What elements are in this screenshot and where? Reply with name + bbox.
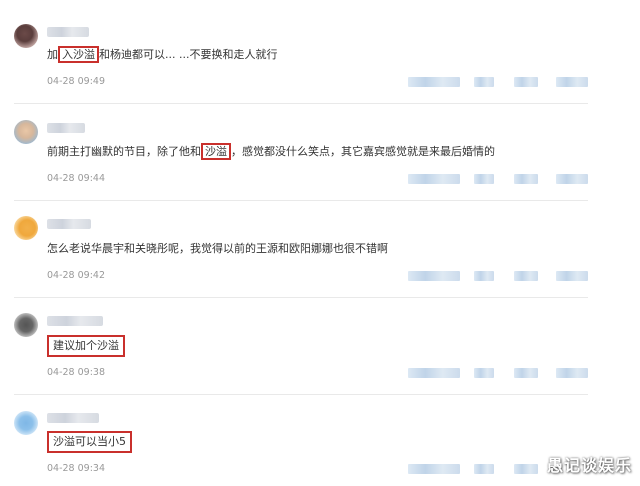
comment-actions-blurred[interactable] (0, 174, 640, 184)
divider (14, 297, 588, 298)
username-blurred[interactable] (47, 123, 85, 133)
comment-actions-blurred[interactable] (0, 368, 640, 378)
comment-text: 怎么老说华晨宇和关晓彤呢，我觉得以前的王源和欧阳娜娜也很不错啊 (47, 242, 388, 255)
avatar[interactable] (14, 411, 38, 435)
comment-actions-blurred[interactable] (0, 464, 640, 474)
comment-text: 加入沙溢 和杨迪都可以... ...不要换和走人就行 (47, 46, 278, 63)
highlight-box: 入沙溢 (58, 46, 99, 63)
comment-text: 前期主打幽默的节目，除了他和 沙溢 ，感觉都没什么笑点，其它嘉宾感觉就是来最后婚情的 (47, 143, 495, 160)
watermark: 愚记谈娱乐 (546, 456, 632, 475)
comment-actions-blurred[interactable] (0, 271, 640, 281)
avatar[interactable] (14, 313, 38, 337)
highlight-box: 沙溢 (201, 143, 231, 160)
divider (14, 394, 588, 395)
comment-text: 建议加个沙溢 (47, 335, 125, 357)
comment-actions-blurred[interactable] (0, 77, 640, 87)
avatar[interactable] (14, 216, 38, 240)
username-blurred[interactable] (47, 413, 99, 423)
username-blurred[interactable] (47, 316, 103, 326)
divider (14, 103, 588, 104)
username-blurred[interactable] (47, 27, 89, 37)
highlight-box: 建议加个沙溢 (47, 335, 125, 357)
username-blurred[interactable] (47, 219, 91, 229)
highlight-box: 沙溢可以当小5 (47, 431, 132, 453)
avatar[interactable] (14, 24, 38, 48)
avatar[interactable] (14, 120, 38, 144)
divider (14, 200, 588, 201)
comment-text: 沙溢可以当小5 (47, 431, 132, 453)
